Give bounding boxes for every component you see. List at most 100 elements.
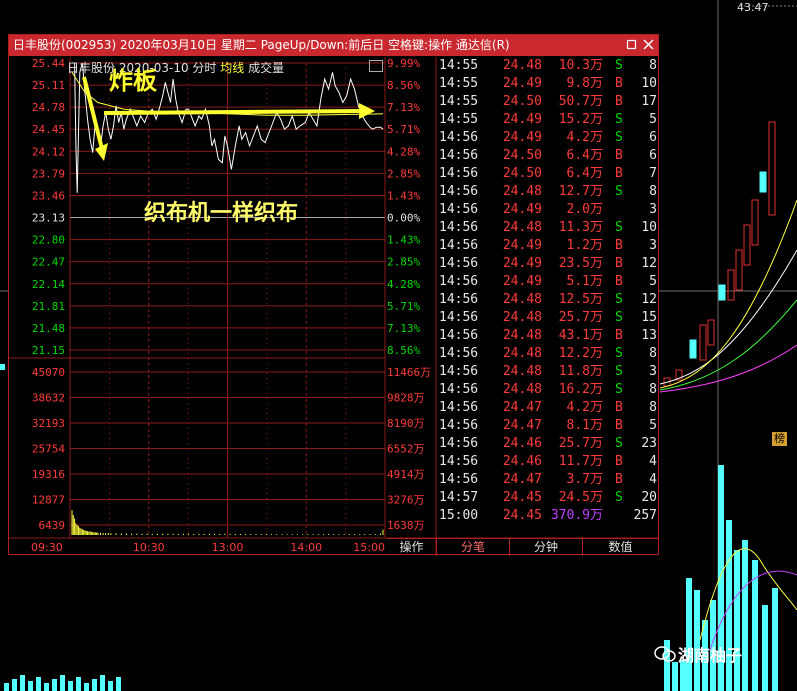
trade-side: S: [615, 220, 623, 235]
trade-volume: 23.5万: [558, 256, 603, 271]
trade-price: 24.46: [502, 436, 542, 451]
pct-tick-label: 7.13%: [387, 322, 420, 335]
volume-amount-label: 8190万: [387, 417, 425, 430]
trade-row[interactable]: 14:55 24.49 15.2万 S 5: [438, 111, 659, 129]
volume-tick-label: 6439: [39, 519, 66, 532]
rank-badge[interactable]: 榜: [772, 432, 787, 446]
trade-volume: 8.1万: [566, 418, 603, 433]
trade-price: 24.46: [502, 454, 542, 469]
trade-count: 257: [633, 508, 657, 523]
trade-row[interactable]: 14:55 24.49 9.8万 B 10: [438, 75, 659, 93]
trade-volume: 2.0万: [566, 202, 603, 217]
minute-chart-window[interactable]: 日丰股份(002953) 2020年03月10日 星期二 PageUp/Down…: [8, 34, 659, 556]
vol-label: 成交量: [248, 61, 285, 75]
trade-row[interactable]: 14:56 24.48 11.3万 S 10: [438, 219, 659, 237]
bottom-tabs: 操作 分笔 分钟 数值: [387, 538, 658, 556]
trade-row[interactable]: 14:55 24.50 50.7万 B 17: [438, 93, 659, 111]
bg-volume-bar: [20, 675, 25, 691]
trade-row[interactable]: 14:56 24.47 8.1万 B 5: [438, 417, 659, 435]
pct-tick-label: 4.28%: [387, 145, 420, 158]
trade-row[interactable]: 14:56 24.46 11.7万 B 4: [438, 453, 659, 471]
trade-row[interactable]: 14:56 24.48 16.2万 S 8: [438, 381, 659, 399]
trade-price: 24.49: [502, 256, 542, 271]
trade-row[interactable]: 14:56 24.49 23.5万 B 12: [438, 255, 659, 273]
bg-volume-bar: [672, 662, 678, 691]
trade-row[interactable]: 14:56 24.49 5.1万 B 5: [438, 273, 659, 291]
trade-row[interactable]: 14:56 24.48 25.7万 S 15: [438, 309, 659, 327]
trade-price: 24.47: [502, 472, 542, 487]
bg-candle: [768, 121, 776, 216]
arrow-right-head: [359, 103, 375, 119]
trade-volume: 9.8万: [566, 76, 603, 91]
trade-time: 14:56: [439, 364, 479, 379]
pct-tick-label: 8.56%: [387, 344, 420, 357]
trade-row[interactable]: 14:56 24.49 2.0万 3: [438, 201, 659, 219]
bg-volume-bar: [100, 675, 105, 691]
trade-price: 24.48: [502, 58, 542, 73]
trade-row[interactable]: 14:56 24.48 12.2万 S 8: [438, 345, 659, 363]
trade-volume: 6.4万: [566, 148, 603, 163]
trade-time: 14:56: [439, 292, 479, 307]
bg-volume-bar: [28, 681, 33, 691]
trade-volume: 5.1万: [566, 274, 603, 289]
trade-volume: 50.7万: [558, 94, 603, 109]
trade-volume: 11.3万: [558, 220, 603, 235]
chart-option-icon[interactable]: [369, 60, 383, 72]
trade-row[interactable]: 15:00 24.45 370.9万 257: [438, 507, 659, 525]
bg-volume-bar: [76, 677, 81, 691]
tab-value[interactable]: 数值: [583, 539, 658, 556]
trade-side: S: [615, 112, 623, 127]
trade-side: S: [615, 364, 623, 379]
trade-row[interactable]: 14:55 24.48 10.3万 S 8: [438, 57, 659, 75]
trade-time: 14:56: [439, 220, 479, 235]
trade-count: 8: [649, 58, 657, 73]
wechat-icon: [654, 646, 676, 662]
trade-count: 13: [641, 328, 657, 343]
time-tick-label: 15:00: [353, 541, 385, 554]
volume-tick-label: 32193: [32, 417, 65, 430]
avg-label: 均线: [220, 61, 245, 75]
price-tick-label: 23.79: [32, 167, 65, 180]
volume-amount-label: 6552万: [387, 443, 425, 456]
bg-candle: [759, 171, 767, 193]
tab-minute[interactable]: 分钟: [510, 539, 583, 556]
bg-volume-bar: [36, 677, 41, 691]
trade-side: S: [615, 130, 623, 145]
volume-tick-label: 12877: [32, 494, 65, 507]
trade-side: B: [615, 472, 623, 487]
trade-volume: 6.4万: [566, 166, 603, 181]
price-tick-label: 21.48: [32, 322, 65, 335]
trade-row[interactable]: 14:56 24.49 4.2万 S 6: [438, 129, 659, 147]
trade-side: S: [615, 436, 623, 451]
trade-count: 7: [649, 166, 657, 181]
trade-count: 10: [641, 76, 657, 91]
trade-side: B: [615, 238, 623, 253]
volume-tick-label: 45070: [32, 366, 65, 379]
trade-row[interactable]: 14:56 24.48 12.5万 S 12: [438, 291, 659, 309]
trade-row[interactable]: 14:57 24.45 24.5万 S 20: [438, 489, 659, 507]
trade-row[interactable]: 14:56 24.48 11.8万 S 3: [438, 363, 659, 381]
time-tick-label: 10:30: [133, 541, 165, 554]
trade-time: 14:56: [439, 202, 479, 217]
tab-tick[interactable]: 分笔: [437, 539, 510, 556]
trade-list[interactable]: 14:55 24.48 10.3万 S 8 14:55 24.49 9.8万 B 10 14:55 2…: [438, 57, 659, 525]
trade-side: B: [615, 400, 623, 415]
trade-price: 24.48: [502, 382, 542, 397]
bg-volume-bar: [68, 681, 73, 691]
volume-amount-label: 1638万: [387, 519, 425, 532]
trade-count: 4: [649, 472, 657, 487]
trade-side: S: [615, 184, 623, 199]
tab-ops[interactable]: 操作: [387, 539, 437, 556]
trade-row[interactable]: 14:56 24.46 25.7万 S 23: [438, 435, 659, 453]
trade-row[interactable]: 14:56 24.48 43.1万 B 13: [438, 327, 659, 345]
trade-row[interactable]: 14:56 24.48 12.7万 S 8: [438, 183, 659, 201]
trade-row[interactable]: 14:56 24.47 4.2万 B 8: [438, 399, 659, 417]
trade-row[interactable]: 14:56 24.50 6.4万 B 7: [438, 165, 659, 183]
trade-row[interactable]: 14:56 24.49 1.2万 B 3: [438, 237, 659, 255]
trade-price: 24.48: [502, 346, 542, 361]
volume-amount-label: 9828万: [387, 392, 425, 405]
trade-price: 24.48: [502, 184, 542, 199]
trade-row[interactable]: 14:56 24.47 3.7万 B 4: [438, 471, 659, 489]
pct-tick-label: 8.56%: [387, 79, 420, 92]
trade-row[interactable]: 14:56 24.50 6.4万 B 6: [438, 147, 659, 165]
